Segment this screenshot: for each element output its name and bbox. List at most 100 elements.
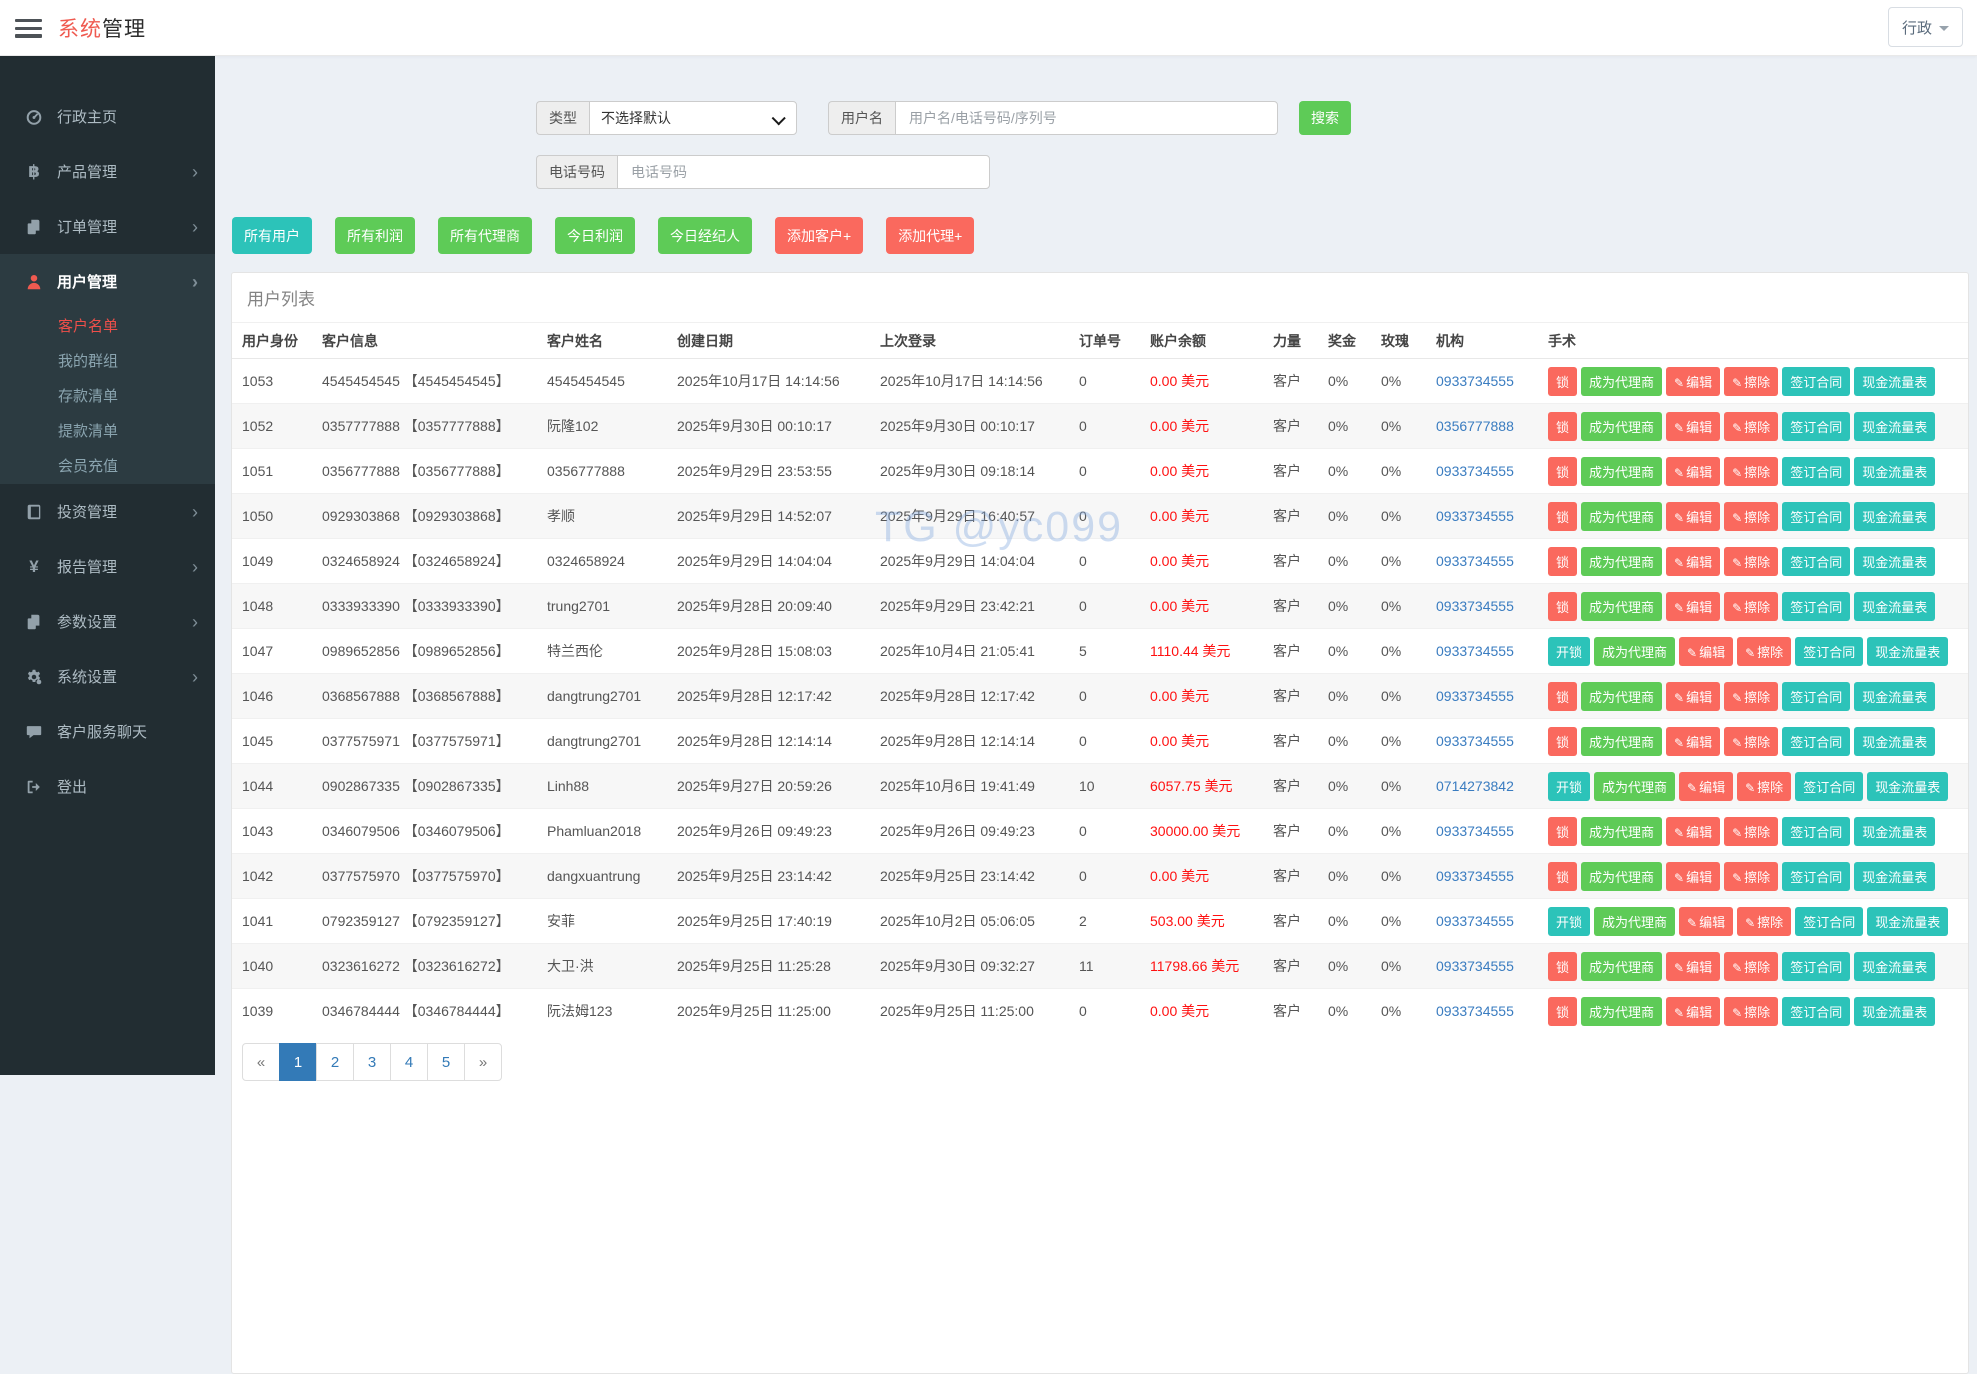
page-button[interactable]: 2: [316, 1043, 354, 1081]
become-agent-button[interactable]: 成为代理商: [1581, 681, 1663, 711]
page-prev-button[interactable]: «: [242, 1043, 280, 1081]
erase-button[interactable]: ✎ 擦除: [1724, 501, 1779, 531]
sign-contract-button[interactable]: 签订合同: [1782, 591, 1851, 621]
lock-button[interactable]: 锁: [1548, 726, 1578, 756]
edit-button[interactable]: ✎ 编辑: [1666, 861, 1721, 891]
edit-button[interactable]: ✎ 编辑: [1666, 411, 1721, 441]
erase-button[interactable]: ✎ 擦除: [1724, 996, 1779, 1026]
cell-organization-link[interactable]: 0933734555: [1426, 808, 1538, 854]
all-profit-button[interactable]: 所有利润: [335, 217, 415, 254]
cash-flow-button[interactable]: 现金流量表: [1854, 456, 1936, 486]
become-agent-button[interactable]: 成为代理商: [1594, 906, 1676, 936]
username-input[interactable]: [907, 109, 1266, 127]
edit-button[interactable]: ✎ 编辑: [1666, 816, 1721, 846]
lock-button[interactable]: 锁: [1548, 366, 1578, 396]
erase-button[interactable]: ✎ 擦除: [1724, 951, 1779, 981]
lock-button[interactable]: 锁: [1548, 411, 1578, 441]
sidebar-item-param-settings[interactable]: 参数设置 ›: [0, 594, 215, 649]
erase-button[interactable]: ✎ 擦除: [1737, 771, 1792, 801]
cash-flow-button[interactable]: 现金流量表: [1867, 636, 1949, 666]
edit-button[interactable]: ✎ 编辑: [1679, 636, 1734, 666]
today-brokers-button[interactable]: 今日经纪人: [658, 217, 752, 254]
lock-button[interactable]: 锁: [1548, 951, 1578, 981]
sign-contract-button[interactable]: 签订合同: [1782, 726, 1851, 756]
erase-button[interactable]: ✎ 擦除: [1724, 816, 1779, 846]
sidebar-subitem[interactable]: 会员充值: [0, 449, 215, 484]
cell-organization-link[interactable]: 0933734555: [1426, 538, 1538, 584]
become-agent-button[interactable]: 成为代理商: [1581, 816, 1663, 846]
become-agent-button[interactable]: 成为代理商: [1581, 546, 1663, 576]
hamburger-menu-icon[interactable]: [15, 19, 42, 38]
cell-organization-link[interactable]: 0933734555: [1426, 943, 1538, 989]
unlock-button[interactable]: 开锁: [1548, 636, 1591, 666]
erase-button[interactable]: ✎ 擦除: [1724, 456, 1779, 486]
page-next-button[interactable]: »: [464, 1043, 502, 1081]
edit-button[interactable]: ✎ 编辑: [1679, 771, 1734, 801]
sidebar-item-investment-mgmt[interactable]: 投资管理 ›: [0, 484, 215, 539]
cash-flow-button[interactable]: 现金流量表: [1854, 411, 1936, 441]
sign-contract-button[interactable]: 签订合同: [1782, 681, 1851, 711]
cash-flow-button[interactable]: 现金流量表: [1854, 816, 1936, 846]
cash-flow-button[interactable]: 现金流量表: [1854, 996, 1936, 1026]
become-agent-button[interactable]: 成为代理商: [1581, 591, 1663, 621]
cell-organization-link[interactable]: 0933734555: [1426, 448, 1538, 494]
become-agent-button[interactable]: 成为代理商: [1581, 951, 1663, 981]
cash-flow-button[interactable]: 现金流量表: [1854, 546, 1936, 576]
cash-flow-button[interactable]: 现金流量表: [1854, 591, 1936, 621]
lock-button[interactable]: 锁: [1548, 591, 1578, 621]
edit-button[interactable]: ✎ 编辑: [1666, 591, 1721, 621]
edit-button[interactable]: ✎ 编辑: [1666, 681, 1721, 711]
sign-contract-button[interactable]: 签订合同: [1782, 456, 1851, 486]
page-button[interactable]: 3: [353, 1043, 391, 1081]
sign-contract-button[interactable]: 签订合同: [1795, 906, 1864, 936]
sidebar-item-logout[interactable]: 登出: [0, 759, 215, 814]
erase-button[interactable]: ✎ 擦除: [1737, 906, 1792, 936]
become-agent-button[interactable]: 成为代理商: [1581, 861, 1663, 891]
sidebar-subitem[interactable]: 存款清单: [0, 379, 215, 414]
erase-button[interactable]: ✎ 擦除: [1724, 681, 1779, 711]
edit-button[interactable]: ✎ 编辑: [1666, 546, 1721, 576]
erase-button[interactable]: ✎ 擦除: [1724, 546, 1779, 576]
erase-button[interactable]: ✎ 擦除: [1724, 591, 1779, 621]
become-agent-button[interactable]: 成为代理商: [1594, 636, 1676, 666]
all-users-button[interactable]: 所有用户: [232, 217, 312, 254]
erase-button[interactable]: ✎ 擦除: [1724, 411, 1779, 441]
lock-button[interactable]: 锁: [1548, 816, 1578, 846]
sidebar-item-customer-chat[interactable]: 客户服务聊天: [0, 704, 215, 759]
cell-organization-link[interactable]: 0933734555: [1426, 898, 1538, 944]
cell-organization-link[interactable]: 0933734555: [1426, 853, 1538, 899]
edit-button[interactable]: ✎ 编辑: [1666, 501, 1721, 531]
cell-organization-link[interactable]: 0933734555: [1426, 493, 1538, 539]
become-agent-button[interactable]: 成为代理商: [1581, 726, 1663, 756]
become-agent-button[interactable]: 成为代理商: [1594, 771, 1676, 801]
admin-user-dropdown[interactable]: 行政: [1887, 7, 1963, 47]
cell-organization-link[interactable]: 0933734555: [1426, 583, 1538, 629]
sign-contract-button[interactable]: 签订合同: [1795, 771, 1864, 801]
lock-button[interactable]: 锁: [1548, 501, 1578, 531]
become-agent-button[interactable]: 成为代理商: [1581, 411, 1663, 441]
edit-button[interactable]: ✎ 编辑: [1679, 906, 1734, 936]
sidebar-item-system-settings[interactable]: 系统设置 ›: [0, 649, 215, 704]
cash-flow-button[interactable]: 现金流量表: [1854, 861, 1936, 891]
sign-contract-button[interactable]: 签订合同: [1782, 501, 1851, 531]
unlock-button[interactable]: 开锁: [1548, 771, 1591, 801]
cash-flow-button[interactable]: 现金流量表: [1867, 771, 1949, 801]
lock-button[interactable]: 锁: [1548, 996, 1578, 1026]
add-agent-button[interactable]: 添加代理+: [886, 217, 975, 254]
edit-button[interactable]: ✎ 编辑: [1666, 366, 1721, 396]
cell-organization-link[interactable]: 0933734555: [1426, 988, 1538, 1033]
sign-contract-button[interactable]: 签订合同: [1782, 951, 1851, 981]
erase-button[interactable]: ✎ 擦除: [1737, 636, 1792, 666]
page-button[interactable]: 1: [279, 1043, 317, 1081]
sign-contract-button[interactable]: 签订合同: [1782, 996, 1851, 1026]
sign-contract-button[interactable]: 签订合同: [1782, 816, 1851, 846]
sign-contract-button[interactable]: 签订合同: [1782, 411, 1851, 441]
sidebar-item-admin-home[interactable]: 行政主页: [0, 89, 215, 144]
sidebar-subitem[interactable]: 客户名单: [0, 309, 215, 344]
erase-button[interactable]: ✎ 擦除: [1724, 726, 1779, 756]
lock-button[interactable]: 锁: [1548, 456, 1578, 486]
cell-organization-link[interactable]: 0933734555: [1426, 718, 1538, 764]
add-customer-button[interactable]: 添加客户+: [775, 217, 864, 254]
edit-button[interactable]: ✎ 编辑: [1666, 456, 1721, 486]
sidebar-item-report-mgmt[interactable]: ¥ 报告管理 ›: [0, 539, 215, 594]
